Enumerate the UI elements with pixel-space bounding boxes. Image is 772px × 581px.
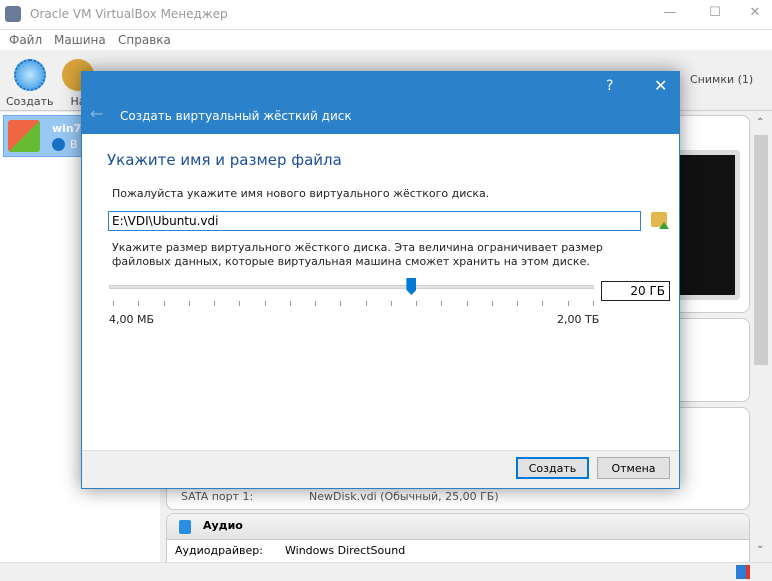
slider-tick [567, 301, 569, 306]
size-input[interactable]: 20 ГБ [601, 281, 670, 301]
dialog-title: Создать виртуальный жёсткий диск [120, 109, 352, 123]
create-vm-button[interactable]: Создать [6, 59, 54, 108]
slider-tick [113, 301, 114, 306]
dialog-footer: Создать Отмена [82, 450, 679, 488]
menu-file[interactable]: Файл [9, 33, 42, 47]
minimize-button[interactable]: — [655, 5, 685, 20]
slider-tick [188, 301, 190, 306]
vm-state: В [70, 138, 78, 151]
cancel-button[interactable]: Отмена [597, 457, 670, 479]
slider-tick [593, 301, 594, 306]
network-status-icon [736, 565, 750, 579]
name-prompt: Пожалуйста укажите имя нового виртуально… [112, 187, 490, 200]
dialog-heading: Укажите имя и размер файла [107, 151, 342, 169]
maximize-button[interactable]: ☐ [700, 5, 730, 20]
scroll-up-icon[interactable]: ⌃ [756, 117, 764, 128]
win7-os-icon [8, 120, 40, 152]
audio-header[interactable]: Аудио [203, 519, 243, 532]
virtualbox-icon [5, 6, 21, 22]
slider-tick [416, 301, 418, 306]
slider-tick [264, 301, 266, 306]
status-bar [0, 562, 772, 581]
close-dialog-button[interactable]: ✕ [654, 76, 667, 95]
audio-driver-label: Аудиодрайвер: [175, 544, 263, 557]
create-label: Создать [6, 95, 54, 108]
storage-port-label: SATA порт 1: [181, 490, 254, 503]
slider-tick [491, 301, 493, 306]
slider-tick [163, 301, 165, 306]
slider-tick [542, 301, 544, 306]
snapshots-button[interactable]: Снимки (1) [690, 73, 753, 86]
size-slider-track[interactable] [109, 285, 594, 289]
slider-tick [466, 301, 468, 306]
slider-tick [390, 301, 392, 306]
scroll-down-icon[interactable]: ⌄ [756, 540, 764, 551]
back-arrow-icon[interactable]: ← [90, 104, 103, 123]
slider-tick [340, 301, 342, 306]
choose-folder-icon[interactable] [651, 212, 669, 229]
dialog-header: ? ✕ ← Создать виртуальный жёсткий диск [82, 72, 679, 134]
audio-icon [179, 520, 191, 534]
slider-min-label: 4,00 МБ [109, 313, 155, 326]
storage-port-value: NewDisk.vdi (Обычный, 25,00 ГБ) [309, 490, 499, 503]
create-icon [13, 59, 46, 91]
menu-machine[interactable]: Машина [54, 33, 106, 47]
power-off-icon [52, 138, 65, 151]
size-prompt: Укажите размер виртуального жёсткого дис… [112, 241, 603, 268]
slider-tick [214, 301, 216, 306]
create-virtual-disk-dialog: ? ✕ ← Создать виртуальный жёсткий диск У… [81, 71, 680, 489]
audio-driver-value: Windows DirectSound [285, 544, 406, 557]
disk-path-input[interactable]: E:\VDI\Ubuntu.vdi [108, 211, 641, 231]
slider-tick [517, 301, 519, 306]
slider-tick [289, 301, 291, 306]
scrollbar-thumb[interactable] [754, 135, 768, 365]
window-titlebar: Oracle VM VirtualBox Менеджер — ☐ ✕ [0, 0, 772, 30]
size-slider-thumb[interactable] [406, 278, 417, 295]
menu-bar: Файл Машина Справка [0, 30, 772, 50]
window-title: Oracle VM VirtualBox Менеджер [30, 7, 228, 21]
create-button[interactable]: Создать [516, 457, 589, 479]
menu-help[interactable]: Справка [118, 33, 171, 47]
slider-tick [441, 301, 443, 306]
snapshots-label: Снимки (1) [690, 73, 754, 86]
slider-tick [315, 301, 317, 306]
vm-name: win7 [52, 122, 82, 135]
slider-tick [239, 301, 241, 306]
slider-tick [138, 301, 140, 306]
help-button[interactable]: ? [606, 78, 613, 94]
preview-screen [672, 150, 740, 300]
slider-max-label: 2,00 ТБ [557, 313, 600, 326]
slider-tick [365, 301, 367, 306]
close-window-button[interactable]: ✕ [740, 5, 770, 20]
details-scrollbar[interactable]: ⌃ ⌄ [752, 115, 770, 562]
